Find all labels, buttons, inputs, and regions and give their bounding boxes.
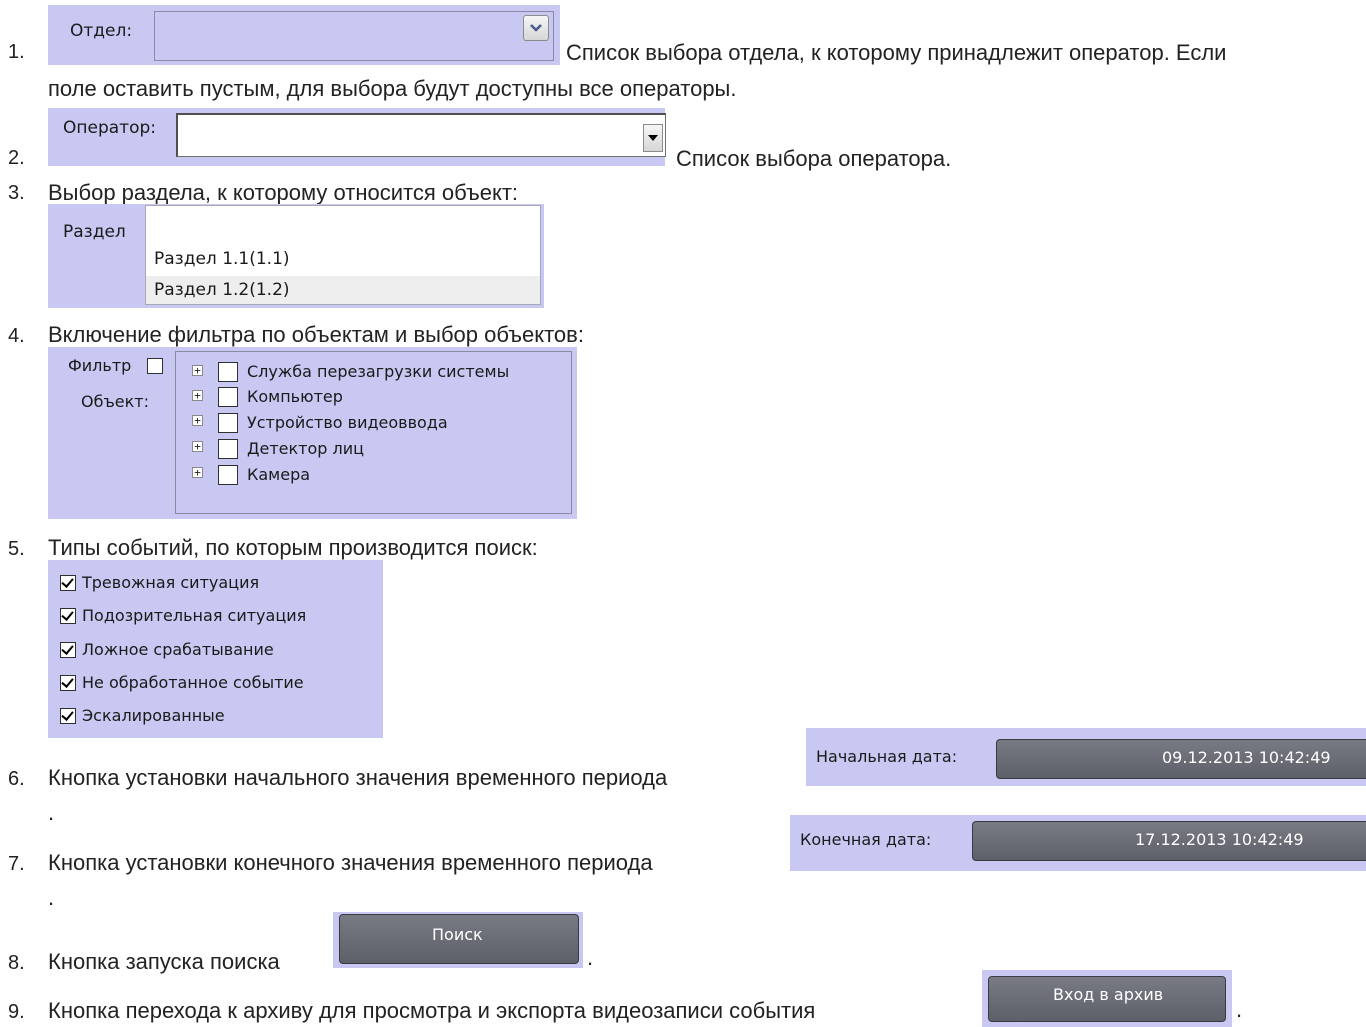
event-type-checkbox[interactable] [60, 708, 76, 724]
item-5-description: Типы событий, по которым производится по… [48, 535, 538, 560]
tree-node[interactable]: + Камера [176, 462, 571, 488]
event-type-checkbox[interactable] [60, 642, 76, 658]
tree-node-checkbox[interactable] [218, 387, 238, 407]
expand-icon[interactable]: + [192, 441, 203, 452]
item-8-description: Кнопка запуска поиска [48, 949, 280, 974]
tree-node-checkbox[interactable] [218, 439, 238, 459]
start-date-label: Начальная дата: [816, 747, 958, 766]
archive-button[interactable]: Вход в архив [988, 976, 1226, 1022]
start-date-value: 09.12.2013 10:42:49 [1162, 748, 1331, 767]
tree-node[interactable]: + Устройство видеоввода [176, 410, 571, 436]
section-label: Раздел [63, 222, 126, 242]
end-date-value: 17.12.2013 10:42:49 [1135, 830, 1304, 849]
item-3-description: Выбор раздела, к которому относится объе… [48, 180, 519, 205]
event-type-row[interactable]: Подозрительная ситуация [60, 605, 380, 629]
item-4-number: 4. [8, 325, 25, 347]
section-option-label: Раздел 1.2(1.2) [154, 280, 290, 300]
operator-label: Оператор: [63, 118, 156, 138]
item-5-number: 5. [8, 538, 25, 560]
expand-icon[interactable]: + [192, 390, 203, 401]
event-type-checkbox[interactable] [60, 675, 76, 691]
section-option-label: Раздел 1.1(1.1) [154, 249, 290, 269]
item-8-number: 8. [8, 952, 25, 974]
operator-panel: Оператор: [48, 108, 666, 166]
department-dropdown-button[interactable] [523, 15, 549, 41]
event-type-checkbox[interactable] [60, 608, 76, 624]
end-date-panel: Конечная дата: 17.12.2013 10:42:49 [790, 815, 1366, 871]
operator-dropdown-button[interactable] [643, 124, 663, 152]
event-types-panel: Тревожная ситуация Подозрительная ситуац… [48, 560, 383, 738]
tree-node-label: Детектор лиц [247, 439, 365, 458]
item-6-period: . [48, 800, 55, 825]
event-type-checkbox[interactable] [60, 575, 76, 591]
event-type-label: Эскалированные [82, 706, 225, 725]
tree-node[interactable]: + Детектор лиц [176, 436, 571, 462]
end-date-label: Конечная дата: [800, 830, 932, 849]
archive-button-label: Вход в архив [1053, 985, 1164, 1004]
item-9-description: Кнопка перехода к архиву для просмотра и… [48, 998, 816, 1023]
item-1-number: 1. [8, 41, 25, 63]
tree-node-label: Компьютер [247, 387, 343, 406]
item-6-description: Кнопка установки начального значения вре… [48, 765, 668, 790]
event-type-label: Подозрительная ситуация [82, 606, 307, 625]
section-option-selected[interactable]: Раздел 1.2(1.2) [146, 276, 540, 304]
event-type-label: Не обработанное событие [82, 673, 304, 692]
tree-node[interactable]: + Компьютер [176, 385, 571, 411]
item-2-number: 2. [8, 147, 25, 169]
expand-icon[interactable]: + [192, 365, 203, 376]
filter-label: Фильтр [68, 356, 132, 375]
item-7-number: 7. [8, 853, 25, 875]
tree-node-checkbox[interactable] [218, 413, 238, 433]
filter-checkbox[interactable] [147, 358, 163, 374]
event-type-row[interactable]: Не обработанное событие [60, 672, 380, 696]
section-listbox[interactable]: Раздел 1.1(1.1) Раздел 1.2(1.2) [145, 205, 541, 305]
event-type-row[interactable]: Тревожная ситуация [60, 572, 380, 596]
event-type-row[interactable]: Эскалированные [60, 705, 380, 729]
tree-node-label: Устройство видеоввода [247, 413, 448, 432]
item-9-period: . [1236, 997, 1243, 1022]
department-label: Отдел: [70, 21, 133, 41]
search-panel: Поиск [333, 912, 583, 968]
department-panel: Отдел: [48, 5, 560, 65]
item-4-description: Включение фильтра по объектам и выбор об… [48, 322, 584, 347]
object-filter-panel: Фильтр Объект: + Служба перезагрузки сис… [48, 347, 577, 519]
event-type-label: Ложное срабатывание [82, 640, 274, 659]
tree-node-checkbox[interactable] [218, 362, 238, 382]
end-date-button[interactable]: 17.12.2013 10:42:49 [972, 821, 1366, 861]
archive-panel: Вход в архив [982, 970, 1232, 1027]
triangle-down-icon [648, 135, 658, 141]
expand-icon[interactable]: + [192, 415, 203, 426]
event-type-row[interactable]: Ложное срабатывание [60, 639, 380, 663]
item-7-period: . [48, 885, 55, 910]
item-9-number: 9. [8, 1001, 25, 1023]
start-date-button[interactable]: 09.12.2013 10:42:49 [996, 739, 1366, 779]
item-6-number: 6. [8, 768, 25, 790]
tree-node-label: Камера [247, 465, 311, 484]
tree-node-label: Служба перезагрузки системы [247, 362, 510, 381]
start-date-panel: Начальная дата: 09.12.2013 10:42:49 [806, 728, 1366, 786]
event-type-label: Тревожная ситуация [82, 573, 260, 592]
tree-node-checkbox[interactable] [218, 465, 238, 485]
object-label: Объект: [81, 392, 149, 411]
tree-node[interactable]: + Служба перезагрузки системы [176, 358, 571, 384]
item-1-description-line2: поле оставить пустым, для выбора будут д… [48, 76, 737, 101]
item-3-number: 3. [8, 182, 25, 204]
item-2-description: Список выбора оператора. [676, 146, 952, 171]
search-button-label: Поиск [432, 925, 483, 944]
department-select[interactable] [154, 11, 554, 61]
item-7-description: Кнопка установки конечного значения врем… [48, 850, 653, 875]
item-1-description-line1: Список выбора отдела, к которому принадл… [566, 40, 1227, 65]
section-panel: Раздел Раздел 1.1(1.1) Раздел 1.2(1.2) [48, 204, 544, 308]
section-option[interactable]: Раздел 1.1(1.1) [146, 244, 540, 274]
chevron-down-icon [530, 24, 542, 32]
search-button[interactable]: Поиск [339, 914, 579, 964]
expand-icon[interactable]: + [192, 467, 203, 478]
object-tree[interactable]: + Служба перезагрузки системы + Компьюте… [175, 351, 572, 514]
operator-select[interactable] [176, 113, 666, 157]
item-8-period: . [587, 945, 594, 970]
